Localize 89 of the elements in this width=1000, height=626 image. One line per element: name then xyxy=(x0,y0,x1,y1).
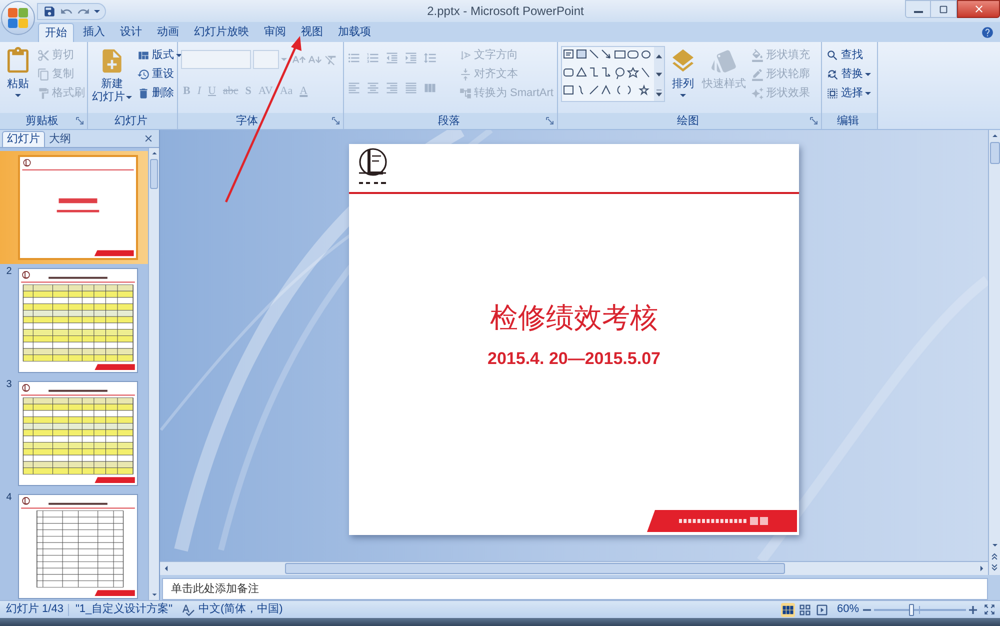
text-direction-icon xyxy=(459,48,472,62)
ribbon-large-button[interactable]: 新建 幻灯片 xyxy=(91,46,133,104)
group-label: 字体 xyxy=(236,116,258,126)
group-label: 剪贴板 xyxy=(26,116,58,126)
horizontal-scrollbar[interactable] xyxy=(160,561,988,575)
ribbon-tab[interactable]: 开始 xyxy=(38,23,74,42)
scissors-icon xyxy=(37,48,50,62)
sorter-view-icon[interactable] xyxy=(798,602,812,616)
panel-tab[interactable]: 大纲 xyxy=(45,131,75,147)
copy-icon xyxy=(37,68,50,80)
slide-thumbnail[interactable] xyxy=(18,268,138,373)
ribbon-button[interactable]: 选择 xyxy=(825,84,872,102)
maximize-button[interactable] xyxy=(931,0,957,18)
paint-bucket-icon xyxy=(751,48,764,62)
fit-window-icon[interactable] xyxy=(983,603,996,616)
slide-thumbnail[interactable] xyxy=(18,494,138,599)
slide-number: 4 xyxy=(6,493,12,503)
reset-icon xyxy=(137,68,150,80)
close-button[interactable] xyxy=(957,0,1000,18)
dialog-launcher-icon[interactable] xyxy=(546,117,554,125)
dialog-launcher-icon[interactable] xyxy=(810,117,818,125)
minimize-button[interactable] xyxy=(905,0,931,18)
scrollbar-thumb[interactable] xyxy=(990,142,1000,164)
notes-field[interactable]: 单击此处添加备注 xyxy=(162,578,988,600)
style-swatch-icon xyxy=(710,47,738,75)
shape-gallery[interactable] xyxy=(561,46,665,102)
ribbon-button[interactable]: 删除 xyxy=(136,84,183,102)
normal-view-icon[interactable] xyxy=(780,602,795,616)
ribbon-tab[interactable]: 加载项 xyxy=(332,23,377,42)
zoom-in-icon[interactable] xyxy=(969,606,977,614)
trash-icon xyxy=(137,86,150,100)
ribbon-tab[interactable]: 动画 xyxy=(151,23,185,42)
group-label: 幻灯片 xyxy=(114,116,148,126)
slide-thumbnail[interactable] xyxy=(18,381,138,486)
pen-icon xyxy=(751,68,764,80)
search-icon xyxy=(826,48,839,62)
select-icon xyxy=(826,86,839,100)
ribbon-tab[interactable]: 插入 xyxy=(77,23,111,42)
ribbon-button[interactable]: 查找 xyxy=(825,46,872,64)
slide-number: 3 xyxy=(6,380,12,390)
sparkles-icon xyxy=(751,86,764,100)
ribbon-tab[interactable]: 审阅 xyxy=(258,23,292,42)
dialog-launcher-icon[interactable] xyxy=(332,117,340,125)
help-icon[interactable] xyxy=(981,26,994,39)
ribbon-tab[interactable]: 设计 xyxy=(114,23,148,42)
group-label: 段落 xyxy=(438,116,460,126)
zoom-level[interactable]: 60% xyxy=(836,604,859,615)
ribbon-tab[interactable]: 幻灯片放映 xyxy=(188,23,255,42)
dialog-launcher-icon[interactable] xyxy=(76,117,84,125)
slide-thumbnail[interactable] xyxy=(18,155,138,260)
align-middle-icon xyxy=(459,68,472,80)
slide-number: 2 xyxy=(6,267,12,277)
ribbon-button[interactable]: 重设 xyxy=(136,65,183,83)
font-size-field[interactable] xyxy=(253,50,279,69)
slideshow-icon[interactable] xyxy=(814,602,829,616)
zoom-slider-thumb[interactable] xyxy=(908,604,914,616)
vertical-scrollbar[interactable] xyxy=(988,130,1000,575)
spellcheck-icon[interactable] xyxy=(180,602,195,616)
paintbrush-icon xyxy=(37,86,50,100)
scrollbar-thumb[interactable] xyxy=(150,159,158,189)
next-slide-icon[interactable] xyxy=(989,562,1000,573)
ribbon-button[interactable]: 替换 xyxy=(825,65,872,83)
maximize-icon xyxy=(938,4,949,14)
ribbon-button[interactable]: 版式 xyxy=(136,46,183,64)
theme-name: "1_自定义设计方案" xyxy=(74,604,174,615)
language-status: 中文(简体，中国) xyxy=(198,604,283,615)
ribbon-large-button[interactable]: 排列 xyxy=(668,46,698,97)
ribbon-tab[interactable]: 视图 xyxy=(295,23,329,42)
minimize-icon xyxy=(914,11,922,13)
close-icon[interactable] xyxy=(143,133,154,144)
slide-subtitle: 2015.4. 20—2015.5.07 xyxy=(488,348,660,370)
group-label: 绘图 xyxy=(677,116,699,126)
slide-counter: 幻灯片 1/43 xyxy=(5,604,64,615)
hierarchy-icon xyxy=(459,86,472,100)
group-label: 编辑 xyxy=(837,116,859,126)
caret-icon xyxy=(94,10,100,12)
save-icon[interactable] xyxy=(43,4,56,18)
office-logo-icon xyxy=(8,8,28,28)
window-title: 2.pptx - Microsoft PowerPoint xyxy=(427,5,584,17)
ribbon-large-button[interactable]: 粘贴 xyxy=(3,46,33,97)
caret-icon xyxy=(281,58,287,61)
replace-icon xyxy=(826,68,839,80)
close-icon xyxy=(972,3,984,15)
layout-icon xyxy=(137,48,150,62)
scrollbar-thumb[interactable] xyxy=(285,563,785,574)
previous-slide-icon[interactable] xyxy=(989,551,1000,562)
vertical-scrollbar[interactable] xyxy=(148,148,159,600)
slide-title: 检修绩效考核 xyxy=(490,302,658,336)
panel-tab[interactable]: 幻灯片 xyxy=(2,131,45,147)
